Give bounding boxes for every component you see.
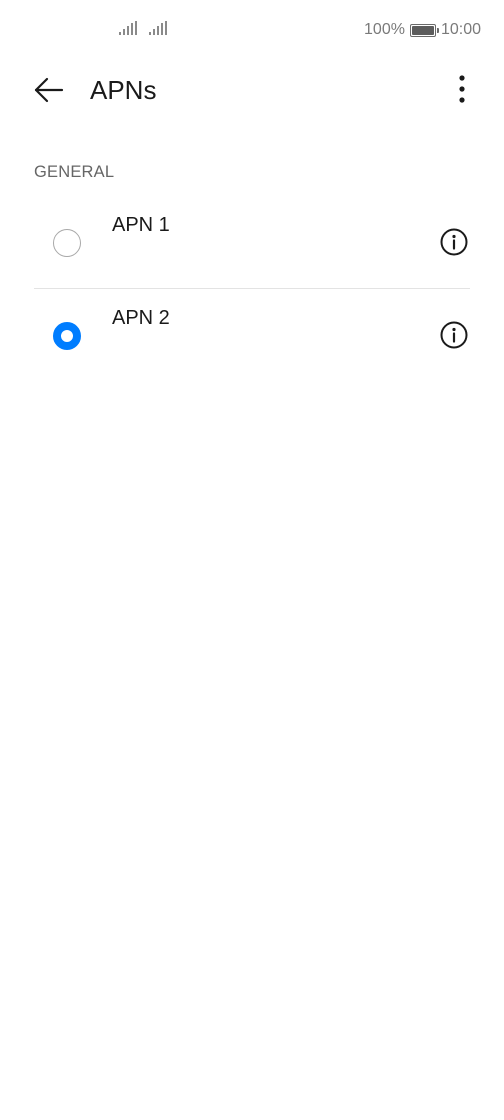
apn-row-2[interactable]: APN 2	[34, 288, 470, 380]
status-bar: 100% 10:00	[0, 0, 504, 62]
app-bar: APNs	[0, 62, 504, 118]
apn-2-name: APN 2	[112, 307, 170, 329]
signal-sim1-icon	[119, 21, 137, 35]
apn-list: APN 1 APN 2	[34, 196, 470, 380]
more-options-button[interactable]	[450, 72, 474, 108]
page-title: APNs	[90, 75, 157, 105]
signal-group	[119, 21, 167, 35]
more-vertical-icon	[459, 75, 465, 103]
info-icon	[440, 228, 468, 256]
back-button[interactable]	[30, 74, 66, 106]
status-right: 100% 10:00	[364, 21, 481, 39]
info-icon	[440, 321, 468, 349]
apn-row-1[interactable]: APN 1	[34, 196, 470, 288]
battery-percent: 100%	[364, 21, 405, 38]
apn-2-radio[interactable]	[53, 322, 81, 350]
clock: 10:00	[440, 21, 481, 38]
apn-1-info-button[interactable]	[440, 228, 468, 256]
battery-icon	[409, 23, 439, 37]
battery-fill	[411, 25, 434, 35]
arrow-left-icon	[34, 77, 64, 103]
section-header: GENERAL	[34, 163, 115, 181]
apn-1-radio[interactable]	[53, 229, 81, 257]
apn-1-name: APN 1	[112, 214, 170, 236]
apn-2-info-button[interactable]	[440, 321, 468, 349]
signal-sim2-icon	[149, 21, 167, 35]
